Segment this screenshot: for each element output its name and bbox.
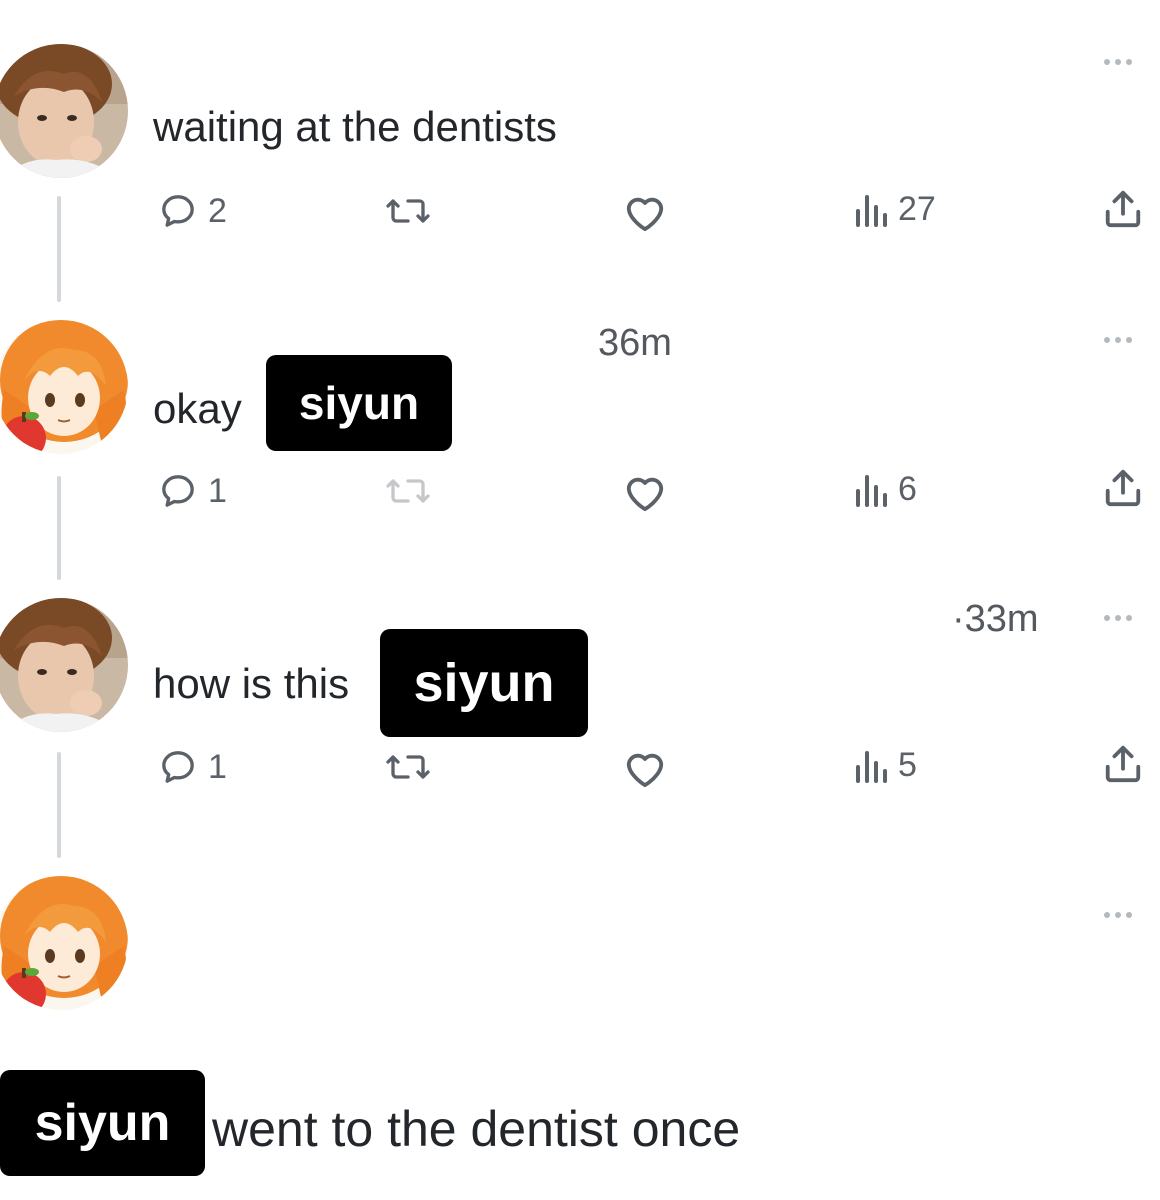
repost-button[interactable] xyxy=(384,191,432,231)
reply-icon xyxy=(162,475,194,507)
reply-icon xyxy=(162,195,194,227)
post-text: okay xyxy=(153,385,242,432)
reply-button[interactable]: 2 xyxy=(158,191,227,231)
heart-icon xyxy=(626,753,664,788)
like-button[interactable] xyxy=(622,747,668,789)
avatar[interactable] xyxy=(0,876,128,1010)
redacted-name: siyun xyxy=(380,629,588,737)
repost-button[interactable] xyxy=(384,471,432,511)
thread-line xyxy=(57,196,61,302)
share-icon xyxy=(1105,745,1141,783)
reply-count: 2 xyxy=(208,192,227,230)
repost-button[interactable] xyxy=(384,747,432,787)
thread-line xyxy=(57,752,61,858)
redacted-name: siyun xyxy=(0,1070,205,1176)
views-count: 5 xyxy=(898,746,917,784)
share-button[interactable] xyxy=(1102,741,1144,785)
share-icon xyxy=(1105,190,1141,228)
share-button[interactable] xyxy=(1102,186,1144,230)
share-button[interactable] xyxy=(1102,465,1144,509)
views-button[interactable]: 27 xyxy=(854,191,936,227)
more-icon[interactable] xyxy=(1104,912,1132,918)
repost-icon xyxy=(386,199,430,223)
views-count: 6 xyxy=(898,470,917,508)
caption-text: went to the dentist once xyxy=(212,1101,741,1157)
views-button[interactable]: 5 xyxy=(854,747,917,783)
reply-count: 1 xyxy=(208,748,227,786)
like-button[interactable] xyxy=(622,471,668,513)
avatar[interactable] xyxy=(0,44,128,178)
more-icon[interactable] xyxy=(1104,337,1132,343)
repost-icon xyxy=(386,479,430,503)
views-icon xyxy=(856,751,887,783)
reply-button[interactable]: 1 xyxy=(158,471,227,511)
post-text: waiting at the dentists xyxy=(153,103,557,150)
more-icon[interactable] xyxy=(1104,59,1132,65)
views-icon xyxy=(856,195,887,227)
reply-count: 1 xyxy=(208,472,227,510)
post-timestamp: 36m xyxy=(598,322,672,364)
heart-icon xyxy=(626,477,664,512)
views-count: 27 xyxy=(898,190,936,228)
views-icon xyxy=(856,475,887,507)
post-timestamp: ·33m xyxy=(952,598,1039,640)
share-icon xyxy=(1105,469,1141,507)
avatar[interactable] xyxy=(0,320,128,454)
heart-icon xyxy=(626,197,664,232)
reply-icon xyxy=(162,751,194,783)
avatar[interactable] xyxy=(0,598,128,732)
redacted-name: siyun xyxy=(266,355,452,451)
more-icon[interactable] xyxy=(1104,615,1132,621)
views-button[interactable]: 6 xyxy=(854,471,917,507)
like-button[interactable] xyxy=(622,191,668,233)
repost-icon xyxy=(386,755,430,779)
thread-line xyxy=(57,476,61,580)
reply-button[interactable]: 1 xyxy=(158,747,227,787)
post-text: how is this xyxy=(153,660,350,707)
